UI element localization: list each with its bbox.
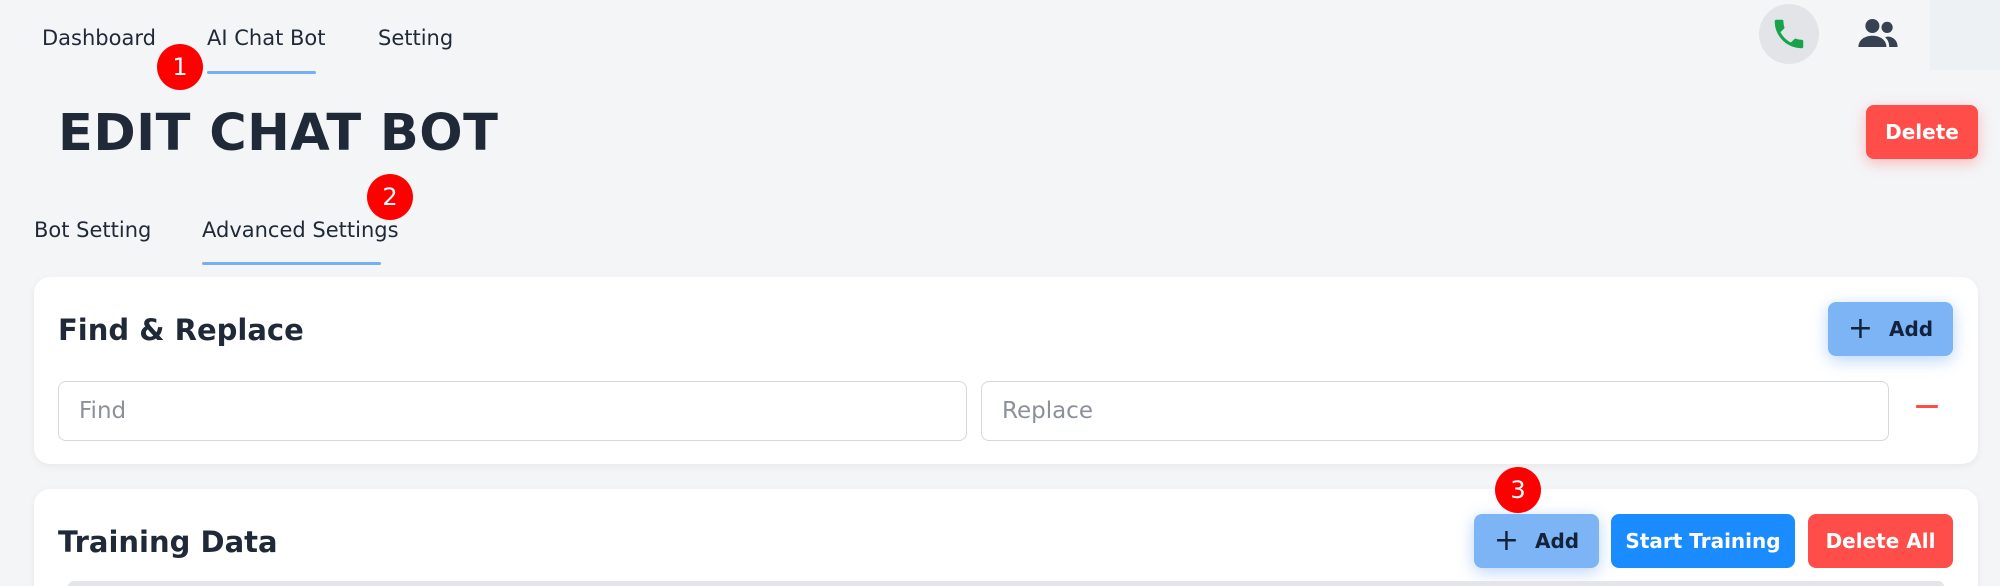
phone-icon bbox=[1774, 19, 1804, 49]
annotation-badge-2: 2 bbox=[367, 174, 413, 220]
nav-item-ai-chat-bot[interactable]: AI Chat Bot bbox=[207, 26, 325, 50]
users-button[interactable] bbox=[1848, 3, 1908, 63]
find-replace-card: Find & Replace + Add bbox=[34, 277, 1978, 464]
find-input[interactable] bbox=[58, 381, 967, 441]
nav-item-dashboard[interactable]: Dashboard bbox=[42, 26, 156, 50]
training-table-header bbox=[68, 581, 1944, 586]
plus-icon: + bbox=[1493, 523, 1519, 558]
tab-active-indicator bbox=[202, 262, 381, 265]
delete-all-button[interactable]: Delete All bbox=[1808, 514, 1953, 568]
training-data-title: Training Data bbox=[58, 525, 278, 559]
remove-row-icon[interactable] bbox=[1916, 405, 1938, 408]
users-icon bbox=[1858, 19, 1898, 47]
nav-active-indicator bbox=[207, 71, 316, 74]
training-add-button[interactable]: + Add bbox=[1474, 514, 1599, 568]
find-replace-add-label: Add bbox=[1889, 317, 1934, 341]
tab-advanced-settings[interactable]: Advanced Settings bbox=[202, 218, 399, 242]
replace-input[interactable] bbox=[981, 381, 1889, 441]
start-training-button[interactable]: Start Training bbox=[1611, 514, 1795, 568]
find-replace-title: Find & Replace bbox=[58, 313, 304, 347]
nav-item-setting[interactable]: Setting bbox=[378, 26, 453, 50]
training-data-card: Training Data + Add Start Training Delet… bbox=[34, 489, 1978, 586]
tab-bot-setting[interactable]: Bot Setting bbox=[34, 218, 151, 242]
plus-icon: + bbox=[1847, 311, 1873, 346]
delete-button[interactable]: Delete bbox=[1866, 105, 1978, 159]
phone-button[interactable] bbox=[1759, 4, 1819, 64]
page-title: EDIT CHAT BOT bbox=[58, 104, 499, 163]
annotation-badge-3: 3 bbox=[1495, 467, 1541, 513]
top-navigation: Dashboard AI Chat Bot Setting bbox=[0, 0, 2000, 80]
annotation-badge-1: 1 bbox=[157, 44, 203, 90]
training-add-label: Add bbox=[1535, 529, 1580, 553]
top-right-panel bbox=[1930, 0, 2000, 70]
find-replace-add-button[interactable]: + Add bbox=[1828, 302, 1953, 356]
